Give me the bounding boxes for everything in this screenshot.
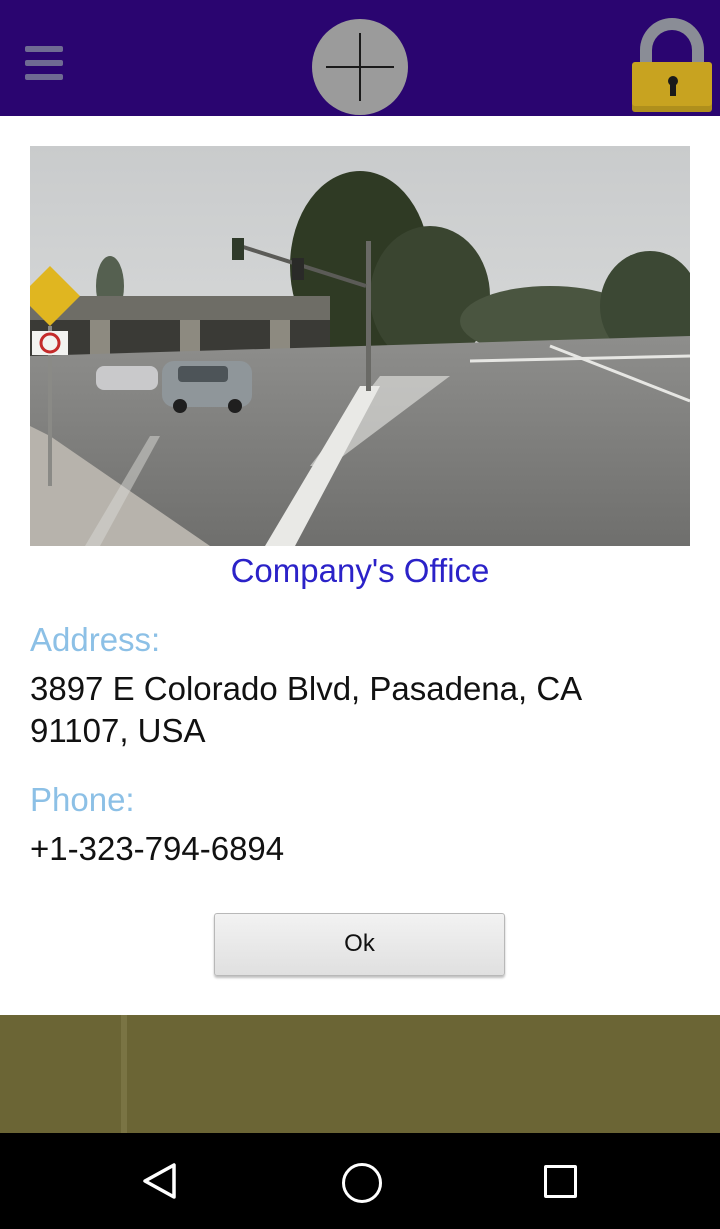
menu-line [25, 74, 63, 80]
hamburger-menu-icon[interactable] [22, 44, 68, 84]
street-view-photo [30, 146, 690, 546]
keyhole-icon [668, 76, 678, 96]
street-scene-image [30, 146, 690, 546]
address-label: Address: [30, 621, 161, 658]
map-background[interactable] [0, 1015, 720, 1133]
top-toolbar [0, 0, 720, 116]
system-navigation-bar [0, 1133, 720, 1229]
menu-line [25, 60, 63, 66]
home-circle-icon[interactable] [342, 1163, 382, 1203]
ok-button[interactable]: Ok [214, 913, 505, 976]
address-value: 3897 E Colorado Blvd, Pasadena, CA 91107… [30, 670, 581, 749]
add-location-button[interactable] [312, 19, 408, 115]
recents-square-icon[interactable] [544, 1165, 577, 1198]
phone-value[interactable]: +1-323-794-6894 [30, 828, 670, 870]
padlock-icon[interactable] [630, 18, 714, 114]
lock-body [632, 62, 712, 112]
map-road [121, 1015, 127, 1133]
menu-line [25, 46, 63, 52]
phone-label: Phone: [30, 781, 135, 818]
place-title: Company's Office [230, 552, 490, 589]
back-triangle-icon[interactable] [140, 1161, 180, 1201]
